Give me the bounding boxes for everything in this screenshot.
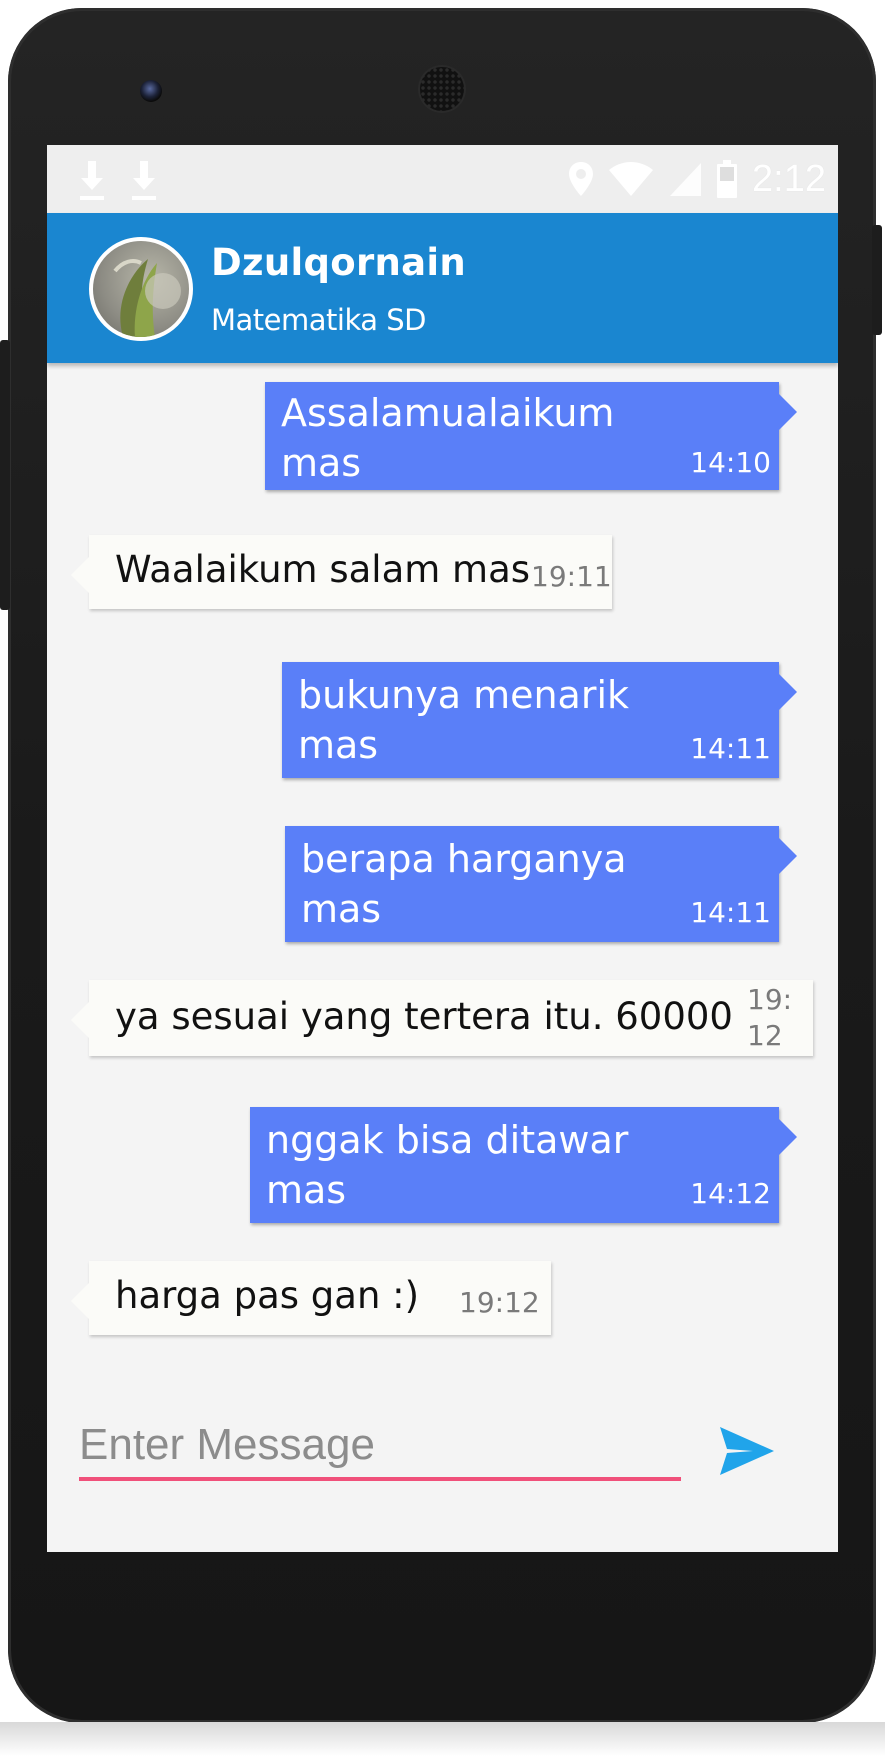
- message-time: 14:11: [690, 896, 771, 929]
- message-text: Assalamualaikum mas: [281, 391, 615, 485]
- battery-icon: [717, 160, 738, 198]
- download-icon: [132, 161, 156, 200]
- message-text: berapa harganya mas: [301, 837, 627, 931]
- message-time: 14:11: [690, 732, 771, 765]
- wifi-icon: [609, 162, 654, 196]
- message-sent[interactable]: nggak bisa ditawar mas 14:12: [250, 1107, 797, 1223]
- front-camera: [140, 80, 162, 102]
- message-time: 19: 12: [747, 983, 793, 1052]
- message-sent[interactable]: berapa harganya mas 14:11: [285, 826, 797, 942]
- avatar[interactable]: [89, 237, 193, 341]
- chat-header: Dzulqornain Matematika SD: [47, 213, 838, 363]
- message-input[interactable]: [79, 1413, 681, 1481]
- message-sent[interactable]: Assalamualaikum mas 14:10: [265, 382, 797, 490]
- earpiece-speaker: [420, 67, 464, 111]
- message-received[interactable]: Waalaikum salam mas 19:11: [71, 535, 612, 609]
- phone-shadow: [0, 1722, 885, 1756]
- message-text: bukunya menarik mas: [298, 673, 630, 767]
- contact-subtitle: Matematika SD: [211, 303, 426, 337]
- message-time: 19:11: [531, 560, 612, 593]
- status-bar: 2:12: [47, 145, 838, 213]
- download-icon: [80, 161, 104, 200]
- profile-photo-icon: [113, 259, 181, 337]
- message-time: 14:12: [690, 1177, 771, 1210]
- message-text: ya sesuai yang tertera itu. 60000: [115, 995, 733, 1038]
- status-icons: 2:12: [568, 153, 826, 205]
- status-time: 2:12: [752, 157, 826, 200]
- message-text: Waalaikum salam mas: [115, 548, 531, 591]
- location-icon: [569, 162, 594, 196]
- message-time: 19:12: [459, 1286, 540, 1319]
- message-sent[interactable]: bukunya menarik mas 14:11: [282, 662, 797, 778]
- volume-button: [0, 340, 10, 610]
- signal-icon: [670, 163, 702, 196]
- message-text: nggak bisa ditawar mas: [266, 1118, 629, 1212]
- send-icon[interactable]: [717, 1421, 777, 1481]
- contact-name: Dzulqornain: [211, 241, 467, 284]
- message-time: 14:10: [690, 446, 771, 479]
- screen: 2:12 Dzulqornain Matematika SD Assalamua…: [47, 145, 838, 1552]
- message-text: harga pas gan :): [115, 1274, 420, 1317]
- message-received[interactable]: harga pas gan :) 19:12: [71, 1261, 551, 1335]
- message-received[interactable]: ya sesuai yang tertera itu. 60000 19: 12: [71, 980, 813, 1056]
- power-button: [872, 225, 882, 335]
